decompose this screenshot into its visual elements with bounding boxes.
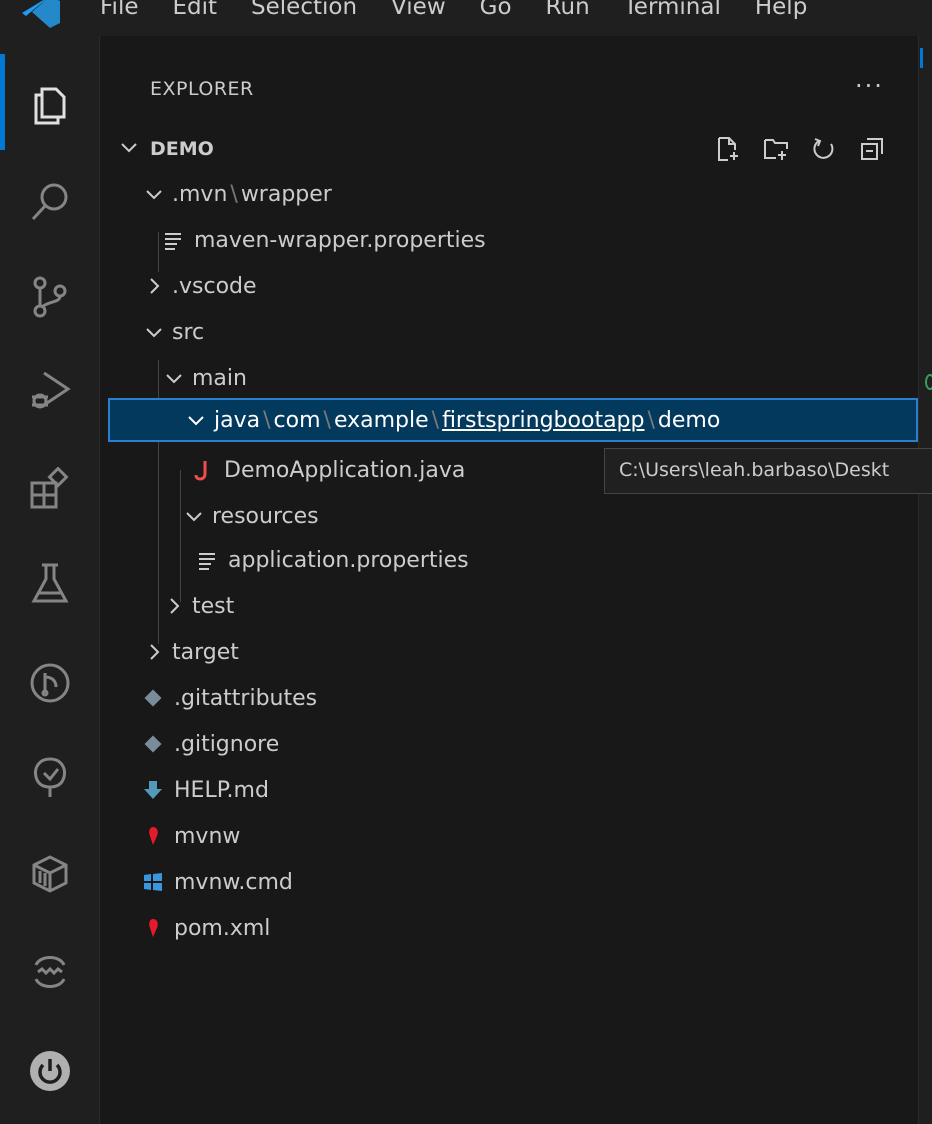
tree-item-label: DemoApplication.java (224, 457, 466, 483)
explorer-sidebar: EXPLORER ··· DEMO .mvn \ wrapper maven-w… (100, 36, 918, 1124)
editor-edge (918, 36, 932, 1124)
chevron-down-icon (121, 143, 137, 153)
chevron-right-icon (150, 278, 160, 294)
tree-file-pom-xml[interactable]: pom.xml (100, 906, 918, 950)
tree-item-label: .mvn \ wrapper (172, 181, 332, 207)
new-file-button[interactable] (708, 132, 748, 166)
tree-item-label: target (172, 639, 239, 665)
tree-file-gitignore[interactable]: .gitignore (100, 722, 918, 766)
collapse-all-icon (861, 138, 883, 160)
vscode-logo-icon (22, 0, 60, 28)
windows-file-icon (144, 873, 162, 891)
package-icon[interactable] (25, 848, 75, 898)
workspace-section-header[interactable]: DEMO (100, 132, 918, 166)
git-file-icon (144, 689, 162, 707)
menu-edit[interactable]: Edit (173, 0, 218, 20)
tree-file-mvnw[interactable]: mvnw (100, 814, 918, 858)
tree-item-label: mvnw (174, 823, 241, 849)
menu-go[interactable]: Go (480, 0, 512, 20)
tree-folder-main[interactable]: main (100, 356, 918, 400)
tree-item-label: application.properties (228, 547, 469, 573)
chevron-down-icon (146, 190, 162, 200)
maven-file-icon (149, 919, 158, 937)
editor-edge-accent (920, 48, 923, 68)
tree-folder-test[interactable]: test (100, 584, 918, 628)
tree-item-label: test (192, 593, 235, 619)
workspace-title: DEMO (150, 138, 214, 160)
tree-folder-mvn-wrapper[interactable]: .mvn \ wrapper (100, 172, 918, 216)
power-icon[interactable] (25, 1046, 75, 1096)
chevron-down-icon (186, 512, 202, 522)
activity-bar (0, 36, 100, 1124)
more-actions-icon[interactable]: ··· (855, 72, 884, 100)
markdown-file-icon (144, 781, 162, 799)
menu-file[interactable]: File (100, 0, 139, 20)
refresh-button[interactable] (804, 132, 844, 166)
tree-file-mvnw-cmd[interactable]: mvnw.cmd (100, 860, 918, 904)
active-indicator (0, 54, 5, 150)
spring-tree-icon[interactable] (25, 752, 75, 802)
chevron-down-icon (188, 416, 204, 426)
menu-terminal[interactable]: Terminal (624, 0, 721, 20)
chevron-right-icon (170, 598, 180, 614)
menu-help[interactable]: Help (755, 0, 807, 20)
status-dot-icon (925, 374, 932, 390)
tree-file-gitattributes[interactable]: .gitattributes (100, 676, 918, 720)
tree-folder-src[interactable]: src (100, 310, 918, 354)
new-file-icon (718, 137, 738, 161)
tree-folder-vscode[interactable]: .vscode (100, 264, 918, 308)
tree-file-help-md[interactable]: HELP.md (100, 768, 918, 812)
menu-bar: File Edit Selection View Go Run Terminal… (0, 0, 932, 36)
source-control-icon[interactable] (25, 272, 75, 322)
java-file-icon (194, 461, 207, 481)
git-graph-icon[interactable] (25, 658, 75, 708)
extensions-icon[interactable] (25, 464, 75, 514)
explorer-icon[interactable] (25, 78, 75, 128)
tree-folder-java-package[interactable]: java \ com \ example \ firstspringbootapp \ demo (108, 398, 918, 442)
maven-file-icon (149, 827, 158, 845)
git-file-icon (144, 735, 162, 753)
tree-item-label: HELP.md (174, 777, 269, 803)
tree-file-maven-wrapper-properties[interactable]: maven-wrapper.properties (100, 218, 918, 262)
testing-icon[interactable] (25, 558, 75, 608)
tree-folder-target[interactable]: target (100, 630, 918, 674)
path-tooltip: C:\Users\leah.barbaso\Deskt (604, 448, 932, 494)
tree-item-label: .gitattributes (174, 685, 318, 711)
new-folder-button[interactable] (756, 132, 796, 166)
tree-item-label: src (172, 319, 205, 345)
menu-selection[interactable]: Selection (251, 0, 357, 20)
collapse-all-button[interactable] (852, 132, 892, 166)
menu-run[interactable]: Run (546, 0, 590, 20)
menu-view[interactable]: View (391, 0, 446, 20)
tree-item-label: .gitignore (174, 731, 280, 757)
tree-item-label: main (192, 365, 247, 391)
run-debug-icon[interactable] (25, 366, 75, 416)
new-folder-icon (764, 139, 788, 160)
chevron-down-icon (166, 374, 182, 384)
tree-item-label: .vscode (172, 273, 257, 299)
search-icon[interactable] (25, 176, 75, 226)
remote-icon[interactable] (25, 946, 75, 996)
tree-item-label: resources (212, 503, 319, 529)
chevron-down-icon (146, 328, 162, 338)
chevron-right-icon (150, 644, 160, 660)
explorer-title: EXPLORER (150, 78, 254, 100)
tree-folder-resources[interactable]: resources (100, 494, 918, 538)
properties-file-icon (165, 233, 181, 250)
refresh-icon (813, 138, 834, 159)
tree-file-application-properties[interactable]: application.properties (100, 538, 918, 582)
tree-item-label: mvnw.cmd (174, 869, 293, 895)
tree-item-label: maven-wrapper.properties (194, 227, 486, 253)
tree-item-label: pom.xml (174, 915, 271, 941)
tree-item-label: java \ com \ example \ firstspringbootapp \ demo (214, 407, 721, 433)
properties-file-icon (199, 553, 215, 570)
